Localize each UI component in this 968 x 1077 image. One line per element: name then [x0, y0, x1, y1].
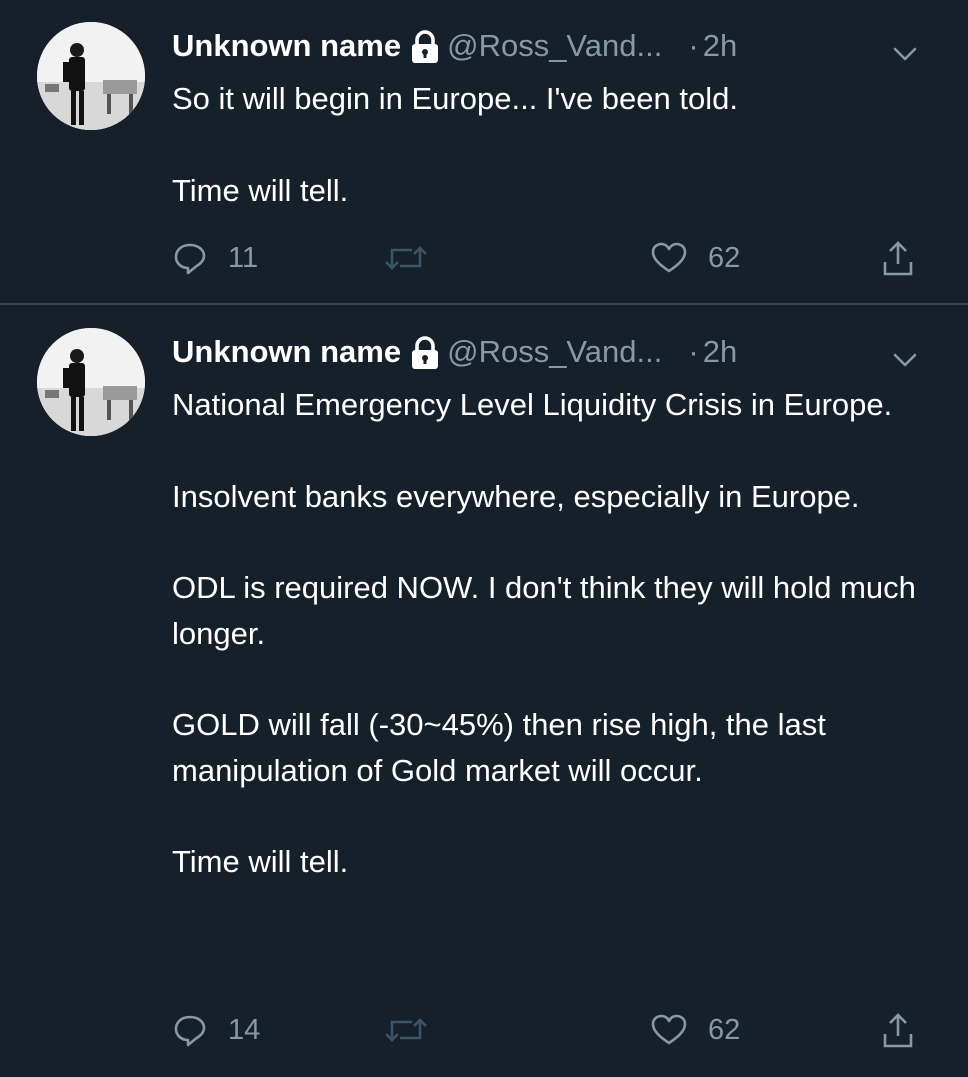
avatar[interactable]	[37, 328, 145, 436]
share-button[interactable]	[880, 234, 916, 282]
reply-button[interactable]: 14	[172, 1006, 260, 1054]
user-handle[interactable]: @Ross_Vand...	[447, 28, 662, 63]
like-button[interactable]: 62	[650, 234, 740, 282]
reply-icon	[172, 240, 208, 276]
tweet-paragraph: Time will tell.	[172, 844, 349, 879]
share-button[interactable]	[880, 1006, 916, 1054]
reply-icon	[172, 1012, 208, 1048]
reply-button[interactable]: 11	[172, 234, 258, 282]
heart-icon	[650, 1012, 688, 1048]
retweet-icon	[382, 240, 430, 276]
like-button[interactable]: 62	[650, 1006, 740, 1054]
timestamp[interactable]: 2h	[703, 28, 737, 63]
tweet[interactable]: Unknown name @Ross_Vand... · 2h National Em…	[0, 306, 968, 1077]
tweet-paragraph: Time will tell.	[172, 172, 349, 208]
tweet-paragraph: So it will begin in Europe... I've been …	[172, 81, 738, 116]
tweet[interactable]: Unknown name @Ross_Vand... · 2h So it will …	[0, 0, 968, 304]
reply-count: 14	[228, 1013, 261, 1046]
share-icon	[880, 1010, 916, 1050]
display-name[interactable]: Unknown name	[172, 28, 401, 63]
tweet-text: So it will begin in Europe... I've been …	[172, 76, 932, 213]
heart-icon	[650, 240, 688, 276]
tweet-header: Unknown name @Ross_Vand... · 2h	[172, 26, 932, 66]
tweet-header: Unknown name @Ross_Vand... · 2h	[172, 332, 932, 372]
chevron-down-icon[interactable]	[892, 34, 918, 61]
timestamp[interactable]: 2h	[703, 334, 737, 369]
tweet-text: National Emergency Level Liquidity Crisi…	[172, 382, 932, 885]
lock-icon	[407, 332, 443, 372]
retweet-button[interactable]	[382, 1006, 430, 1054]
tweet-paragraph: National Emergency Level Liquidity Crisi…	[172, 387, 893, 422]
retweet-icon	[382, 1012, 430, 1048]
lock-icon	[407, 26, 443, 66]
display-name[interactable]: Unknown name	[172, 334, 401, 369]
avatar[interactable]	[37, 22, 145, 130]
retweet-button[interactable]	[382, 234, 430, 282]
user-handle[interactable]: @Ross_Vand...	[447, 334, 662, 369]
tweet-divider	[0, 303, 968, 305]
tweet-paragraph: Insolvent banks everywhere, especially i…	[172, 478, 860, 514]
chevron-down-icon[interactable]	[892, 340, 918, 367]
tweet-paragraph: ODL is required NOW. I don't think they …	[172, 570, 916, 651]
tweet-actions: 11 62	[172, 234, 932, 282]
tweet-actions: 14 62	[172, 1006, 932, 1054]
separator-dot: ·	[688, 334, 699, 369]
separator-dot: ·	[688, 28, 699, 63]
tweet-paragraph: GOLD will fall (-30~45%) then rise high,…	[172, 707, 826, 788]
like-count: 62	[708, 1013, 741, 1046]
like-count: 62	[708, 241, 741, 274]
reply-count: 11	[228, 241, 259, 274]
share-icon	[880, 238, 916, 278]
